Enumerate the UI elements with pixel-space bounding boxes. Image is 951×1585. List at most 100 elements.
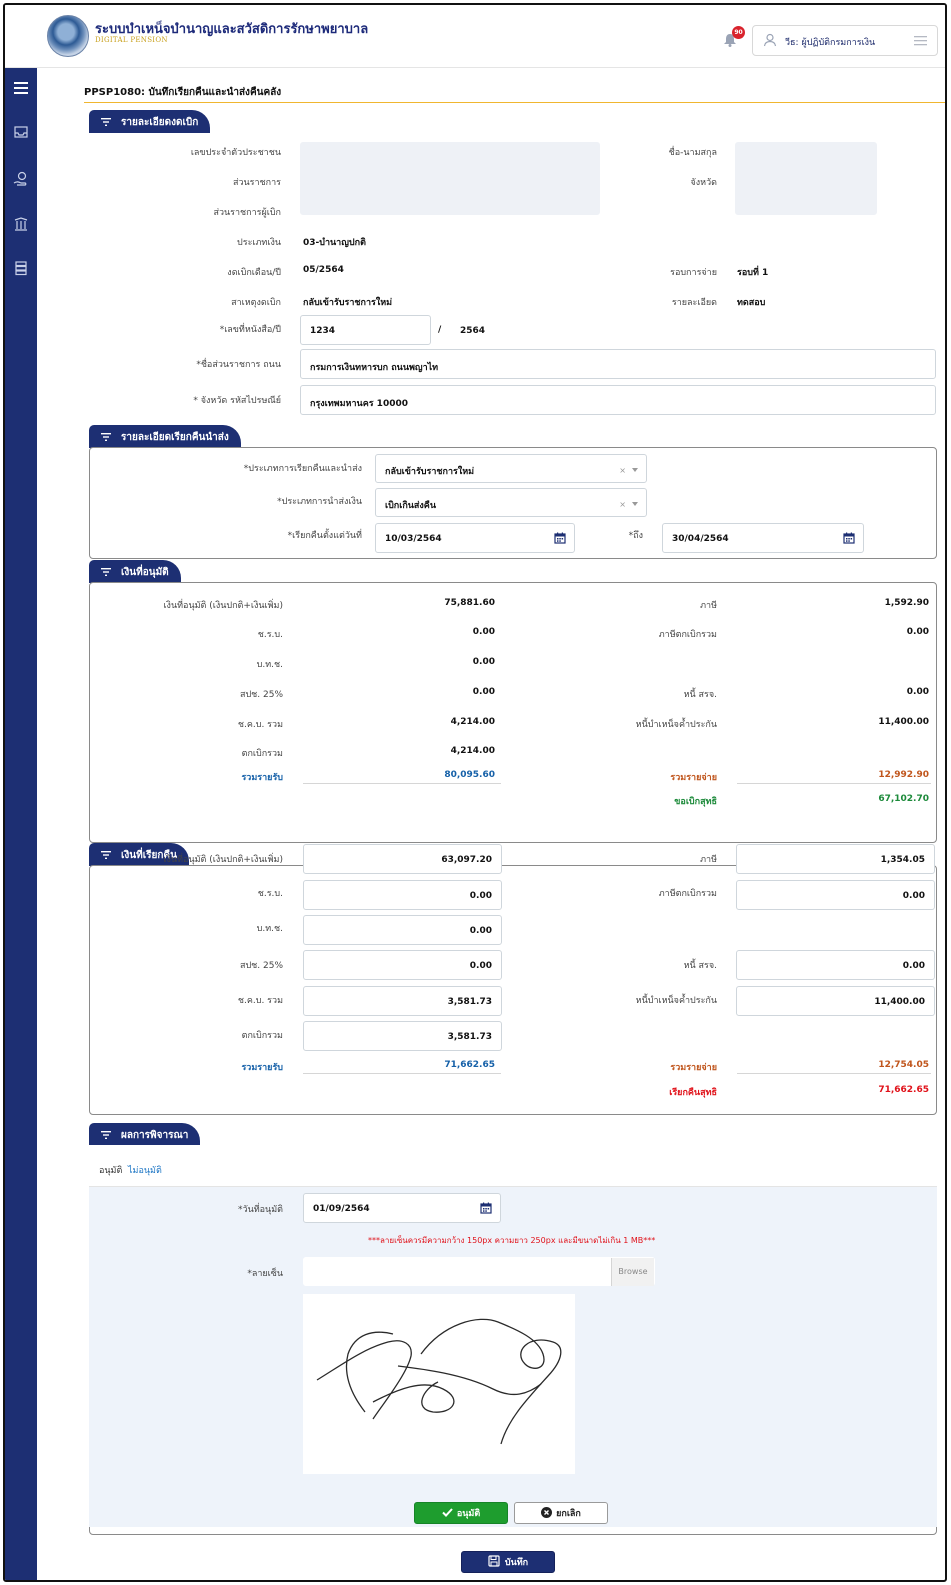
calendar-icon[interactable]: [480, 1202, 492, 1214]
clear-icon[interactable]: ×: [619, 466, 626, 475]
recalled-input[interactable]: 0.00: [303, 950, 502, 980]
recalled-input[interactable]: 0.00: [303, 915, 502, 945]
doc-no-input[interactable]: 1234: [300, 315, 431, 345]
approved-row-value: 4,214.00: [450, 717, 495, 727]
approved-right-label: หนี้บำเหน็จค้ำประกัน: [635, 720, 717, 730]
approved-row-value: 0.00: [472, 657, 495, 667]
name-label: ชื่อ-นามสกุล: [668, 148, 717, 158]
approved-row-label: สปช. 25%: [239, 690, 283, 700]
id-label: เลขประจำตัวประชาชน: [190, 148, 281, 158]
postal-input[interactable]: กรุงเทพมหานคร 10000: [300, 385, 936, 415]
round-value: รอบที่ 1: [737, 268, 769, 278]
office-value: กรมการเงินทหารบก ถนนพญาไท: [310, 363, 439, 373]
from-date-input[interactable]: 10/03/2564: [375, 523, 575, 553]
office-label: *ชื่อส่วนราชการ ถนน: [196, 360, 281, 370]
recalled-right-label: หนี้ สรจ.: [683, 961, 717, 971]
recalled-input-value: 0.00: [469, 891, 492, 901]
recalled-net-value: 71,662.65: [878, 1085, 929, 1095]
calendar-icon[interactable]: [843, 532, 855, 544]
recalled-input[interactable]: 0.00: [736, 880, 935, 910]
signature-label: *ลายเซ็น: [247, 1269, 283, 1279]
approved-right-label: หนี้ สรจ.: [683, 690, 717, 700]
recalled-right-label: ภาษี: [700, 855, 717, 865]
menu-icon[interactable]: [914, 35, 927, 46]
tab-detail: รายละเอียดงดเบิก: [89, 110, 211, 133]
send-type-value: เบิกเกินส่งคืน: [385, 501, 436, 511]
recalled-input[interactable]: 3,581.73: [303, 986, 502, 1016]
recalled-total-out-value: 12,754.05: [878, 1060, 929, 1070]
approved-total-out-value: 12,992.90: [878, 770, 929, 780]
recalled-input[interactable]: 3,581.73: [303, 1021, 502, 1051]
pension-icon[interactable]: [13, 216, 29, 232]
chevron-down-icon[interactable]: [632, 468, 638, 472]
cancel-button[interactable]: ยกเลิก: [514, 1502, 608, 1524]
recalled-input-value: 11,400.00: [874, 997, 925, 1007]
recalled-input-value: 3,581.73: [447, 997, 492, 1007]
recall-type-value: กลับเข้ารับราชการใหม่: [385, 467, 475, 477]
close-circle-icon: [541, 1507, 553, 1518]
tab-approved: เงินที่อนุมัติ: [89, 560, 181, 583]
send-type-select[interactable]: เบิกเกินส่งคืน ×: [375, 488, 647, 517]
reason-value: กลับเข้ารับราชการใหม่: [303, 298, 393, 308]
inbox-icon[interactable]: [13, 124, 29, 140]
database-icon[interactable]: [13, 260, 29, 276]
signature-file-input[interactable]: Browse: [303, 1257, 655, 1286]
tab-reject[interactable]: ไม่อนุมัติ: [128, 1163, 162, 1177]
round-label: รอบการจ่าย: [670, 268, 717, 278]
doc-no-value: 1234: [310, 326, 336, 336]
approve-button[interactable]: อนุมัติ: [414, 1502, 508, 1524]
recalled-input-value: 3,581.73: [447, 1032, 492, 1042]
app-window: ระบบบำเหน็จบำนาญและสวัสดิการรักษาพยาบาล …: [3, 3, 947, 1582]
recalled-input[interactable]: 63,097.20: [303, 844, 502, 874]
tab-recall-detail: รายละเอียดเรียกคืนนำส่ง: [89, 425, 241, 448]
approved-net-value: 67,102.70: [878, 794, 929, 804]
chevron-down-icon[interactable]: [632, 502, 638, 506]
office-input[interactable]: กรมการเงินทหารบก ถนนพญาไท: [300, 349, 936, 379]
filter-icon: [101, 433, 111, 441]
approved-row-label: ช.ค.บ. รวม: [237, 720, 283, 730]
user-role: วีธ: ผู้ปฏิบัติกรมการเงิน: [785, 38, 876, 48]
recalled-input[interactable]: 11,400.00: [736, 986, 935, 1016]
to-date-input[interactable]: 30/04/2564: [662, 523, 864, 553]
recalled-input-value: 0.00: [469, 961, 492, 971]
recalled-total-in-label: รวมรายรับ: [241, 1063, 283, 1073]
tab-approved-label: เงินที่อนุมัติ: [121, 567, 169, 578]
recalled-input-value: 0.00: [902, 961, 925, 971]
save-button[interactable]: บันทึก: [461, 1551, 555, 1573]
user-menu[interactable]: วีธ: ผู้ปฏิบัติกรมการเงิน: [752, 25, 938, 56]
approved-row-label: ช.ร.บ.: [257, 630, 283, 640]
approved-total-in-label: รวมรายรับ: [241, 773, 283, 783]
approved-row-label: บ.ท.ช.: [256, 660, 283, 670]
check-icon: [442, 1508, 453, 1517]
recalled-row-label: สปช. 25%: [239, 961, 283, 971]
filter-icon: [101, 568, 111, 576]
recalled-input[interactable]: 0.00: [303, 880, 502, 910]
recalled-input[interactable]: 0.00: [736, 950, 935, 980]
user-icon: [763, 33, 777, 47]
recalled-net-label: เรียกคืนสุทธิ: [669, 1088, 717, 1098]
approved-right-label: ภาษี: [700, 601, 717, 611]
tab-result: ผลการพิจารณา: [89, 1123, 201, 1146]
browse-button[interactable]: Browse: [611, 1258, 654, 1286]
approved-row-value: 4,214.00: [450, 746, 495, 756]
recall-type-select[interactable]: กลับเข้ารับราชการใหม่ ×: [375, 454, 647, 483]
tab-approve[interactable]: อนุมัติ: [99, 1163, 122, 1177]
recalled-total-in-value: 71,662.65: [444, 1060, 495, 1070]
calendar-icon[interactable]: [554, 532, 566, 544]
approve-date-input[interactable]: 01/09/2564: [303, 1193, 501, 1223]
clear-icon[interactable]: ×: [619, 500, 626, 509]
money-hand-icon[interactable]: [13, 171, 29, 187]
recalled-input-value: 0.00: [469, 926, 492, 936]
recalled-input[interactable]: 1,354.05: [736, 844, 935, 874]
top-bar: ระบบบำเหน็จบำนาญและสวัสดิการรักษาพยาบาล …: [5, 5, 945, 68]
approved-net-label: ขอเบิกสุทธิ: [674, 797, 717, 807]
remark-value: ทดสอบ: [737, 298, 766, 308]
approved-right-value: 0.00: [906, 687, 929, 697]
id-agency-readonly: [300, 142, 600, 215]
doc-year-input[interactable]: 2564: [450, 315, 507, 345]
hamburger-icon[interactable]: [13, 80, 29, 96]
title-divider: [84, 102, 945, 103]
agency-label: ส่วนราชการ: [232, 178, 281, 188]
signature-drawing: [316, 1318, 562, 1445]
recalled-right-label: หนี้บำเหน็จค้ำประกัน: [635, 996, 717, 1006]
